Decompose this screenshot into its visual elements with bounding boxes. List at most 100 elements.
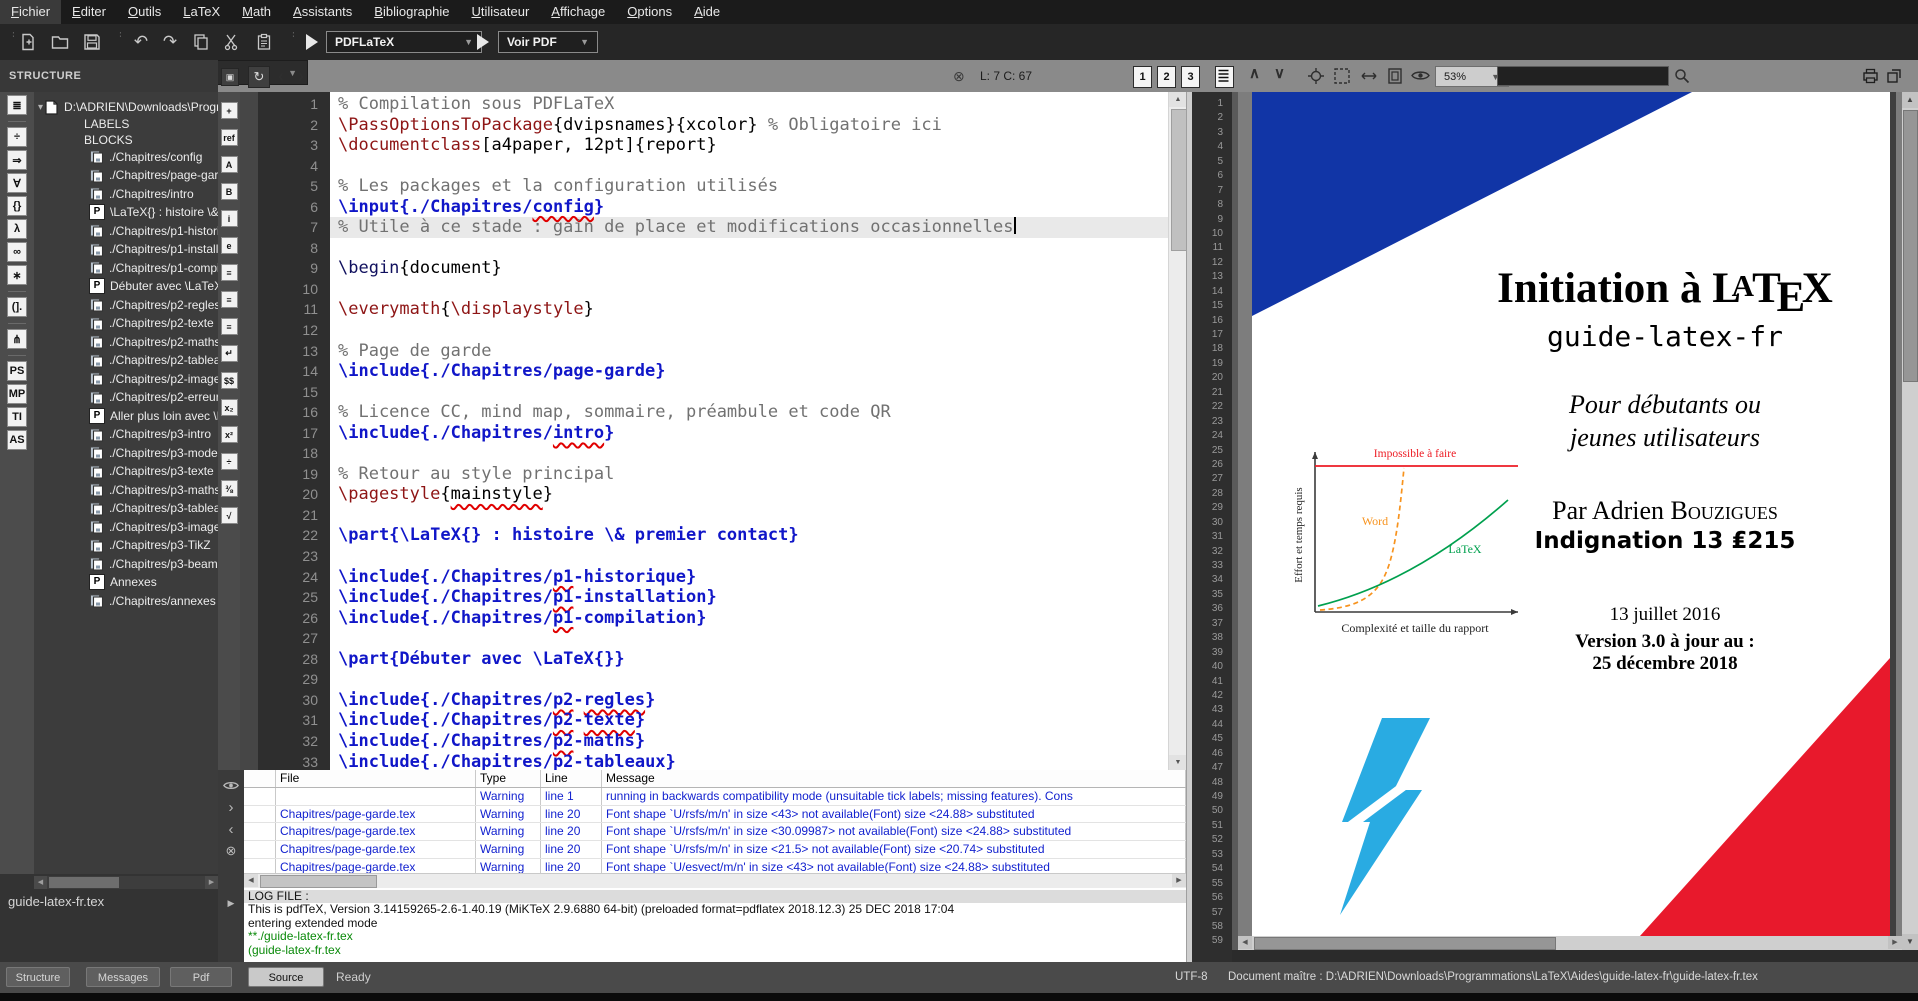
tree-item-include[interactable]: ./Chapitres/p2-maths <box>34 333 218 352</box>
nav-forward-button[interactable]: › <box>298 60 304 92</box>
editor-line[interactable]: 2\PassOptionsToPackage{dvipsnames}{xcolo… <box>240 115 1168 136</box>
superscript-icon[interactable]: x² <box>221 426 238 443</box>
editor-line[interactable]: 16% Licence CC, mind map, sommaire, préa… <box>240 402 1168 423</box>
emphasis-icon[interactable]: e <box>221 237 238 254</box>
tree-item-include[interactable]: ./Chapitres/p2-texte <box>34 314 218 333</box>
tree-item-include[interactable]: ./Chapitres/page-garde <box>34 166 218 185</box>
tree-item-part[interactable]: PAnnexes <box>34 573 218 592</box>
forall-symbol-icon[interactable]: ∀ <box>7 173 27 193</box>
tree-item-include[interactable]: ./Chapitres/p3-modele <box>34 444 218 463</box>
clear-messages-button[interactable]: ⊗ <box>218 840 244 862</box>
misc-symbol-icon[interactable]: ⋔ <box>7 329 27 349</box>
editor-line[interactable]: 6\input{./Chapitres/config} <box>240 197 1168 218</box>
tree-item-include[interactable]: ./Chapitres/config <box>34 148 218 167</box>
menu-item-assistants[interactable]: Assistants <box>282 0 363 24</box>
toolbar-grip[interactable]: ⋮⋮⋮ <box>115 30 121 54</box>
source-editor[interactable]: 1% Compilation sous PDFLaTeX2\PassOption… <box>240 92 1186 770</box>
editor-line[interactable]: 21 <box>240 505 1168 526</box>
editor-line[interactable]: 8 <box>240 238 1168 259</box>
menu-item-bibliographie[interactable]: Bibliographie <box>363 0 460 24</box>
pdf-marquee-zoom-button[interactable] <box>1333 67 1351 85</box>
scroll-right-icon[interactable]: ▶ <box>1888 936 1902 949</box>
tree-item-include[interactable]: ./Chapitres/p2-erreurs <box>34 388 218 407</box>
view-run-button[interactable] <box>471 31 495 53</box>
infinity-symbol-icon[interactable]: ∞ <box>7 242 27 262</box>
editor-line[interactable]: 28\part{Débuter avec \LaTeX{}} <box>240 649 1168 670</box>
scrollbar-thumb[interactable] <box>1903 110 1918 382</box>
editor-line[interactable]: 7% Utile à ce stade : gain de place et m… <box>240 217 1168 238</box>
editor-line[interactable]: 14\include{./Chapitres/page-garde} <box>240 361 1168 382</box>
tree-item-include[interactable]: ./Chapitres/p1-installation <box>34 240 218 259</box>
compile-run-button[interactable] <box>300 31 324 53</box>
status-tab-structure[interactable]: Structure <box>6 967 70 987</box>
pdf-viewer[interactable]: Initiation à LATEX guide-latex-fr Pour d… <box>1232 92 1902 950</box>
editor-line[interactable]: 11\everymath{\displaystyle} <box>240 299 1168 320</box>
open-file-button[interactable] <box>48 31 72 53</box>
newline-icon[interactable]: ↵ <box>221 345 238 362</box>
tikz-icon[interactable]: TI <box>7 407 27 427</box>
menu-item-math[interactable]: Math <box>231 0 282 24</box>
editor-line[interactable]: 26\include{./Chapitres/p1-compilation} <box>240 608 1168 629</box>
frac-template-icon[interactable]: ⅜ <box>221 480 238 497</box>
editor-line[interactable]: 33\include{./Chapitres/p2-tableaux} <box>240 752 1168 771</box>
pdf-detach-window-button[interactable] <box>1886 68 1902 84</box>
label-ref-icon[interactable]: ref <box>221 129 238 146</box>
tree-item-include[interactable]: ./Chapitres/annexes <box>34 592 218 611</box>
asterisk-symbol-icon[interactable]: ∗ <box>7 265 27 285</box>
menu-item-outils[interactable]: Outils <box>117 0 172 24</box>
tree-item-include[interactable]: ./Chapitres/p3-images <box>34 518 218 537</box>
scroll-right-icon[interactable]: ▶ <box>205 876 218 889</box>
editor-line[interactable]: 13% Page de garde <box>240 341 1168 362</box>
redo-button[interactable]: ↷ <box>158 31 182 53</box>
scrollbar-thumb[interactable] <box>260 875 377 888</box>
editor-line[interactable]: 20\pagestyle{mainstyle} <box>240 484 1168 505</box>
pdf-fit-width-button[interactable] <box>1360 67 1378 85</box>
scroll-left-icon[interactable]: ◀ <box>244 874 258 887</box>
copy-button[interactable] <box>189 31 213 53</box>
status-tab-messages---log[interactable]: Messages / Log <box>86 967 160 987</box>
itemize-icon[interactable]: ≡ <box>221 264 238 281</box>
scroll-left-icon[interactable]: ◀ <box>34 876 47 889</box>
message-row[interactable]: Chapitres/page-garde.texWarningline 20Fo… <box>244 841 1186 859</box>
tree-item-include[interactable]: ./Chapitres/p3-texte <box>34 462 218 481</box>
scroll-down-icon[interactable]: ▼ <box>1169 755 1186 770</box>
editor-line[interactable]: 22\part{\LaTeX{} : histoire \& premier c… <box>240 525 1168 546</box>
new-file-button[interactable] <box>16 31 40 53</box>
tree-item-part[interactable]: P\LaTeX{} : histoire \& premier contact <box>34 203 218 222</box>
tree-item-include[interactable]: ./Chapitres/p2-tableaux <box>34 351 218 370</box>
pdf-continuous-layout-button[interactable] <box>1215 66 1234 88</box>
editor-line[interactable]: 17\include{./Chapitres/intro} <box>240 423 1168 444</box>
tree-item-include[interactable]: ./Chapitres/p3-maths <box>34 481 218 500</box>
pdf-print-button[interactable] <box>1862 68 1879 84</box>
toolbar-grip[interactable]: ⋮⋮⋮ <box>8 30 14 54</box>
sqrt-icon[interactable]: √ <box>221 507 238 524</box>
editor-line[interactable]: 10 <box>240 279 1168 300</box>
editor-line[interactable]: 1% Compilation sous PDFLaTeX <box>240 94 1168 115</box>
pdf-layout-2-button[interactable]: 2 <box>1157 66 1176 88</box>
editor-line[interactable]: 4 <box>240 156 1168 177</box>
arrow-symbol-icon[interactable]: ⇒ <box>7 150 27 170</box>
save-button[interactable] <box>80 31 104 53</box>
view-pdf-select[interactable]: Voir PDF▼ <box>498 31 598 53</box>
font-size-icon[interactable]: A <box>221 156 238 173</box>
editor-line[interactable]: 5% Les packages et la configuration util… <box>240 176 1168 197</box>
description-icon[interactable]: ≡ <box>221 318 238 335</box>
pdf-vertical-scrollbar[interactable]: ▲ ▼ <box>1902 92 1918 950</box>
scroll-down-icon[interactable]: ▼ <box>1902 934 1918 950</box>
menu-item-affichage[interactable]: Affichage <box>540 0 616 24</box>
scrollbar-thumb[interactable] <box>1171 109 1186 251</box>
braces-symbol-icon[interactable]: {} <box>7 196 27 216</box>
pdf-horizontal-scrollbar[interactable]: ◀ ▶ <box>1238 936 1902 950</box>
editor-vertical-scrollbar[interactable]: ▲ ▼ <box>1168 92 1186 770</box>
pdf-sync-cursor-button[interactable] <box>1307 67 1325 85</box>
enumerate-icon[interactable]: ≡ <box>221 291 238 308</box>
tree-item-include[interactable]: ./Chapitres/p3-TikZ <box>34 536 218 555</box>
tree-item-include[interactable]: ./Chapitres/p2-regles <box>34 296 218 315</box>
editor-line[interactable]: 32\include{./Chapitres/p2-maths} <box>240 731 1168 752</box>
message-row[interactable]: Warningline 1running in backwards compat… <box>244 788 1186 806</box>
tree-special-blocks[interactable]: BLOCKS <box>34 132 218 148</box>
undo-button[interactable]: ↶ <box>129 31 153 53</box>
tree-item-include[interactable]: ./Chapitres/p1-historique <box>34 222 218 241</box>
editor-line[interactable]: 9\begin{document} <box>240 258 1168 279</box>
toolbar-grip[interactable]: ⋮⋮⋮ <box>288 30 294 54</box>
